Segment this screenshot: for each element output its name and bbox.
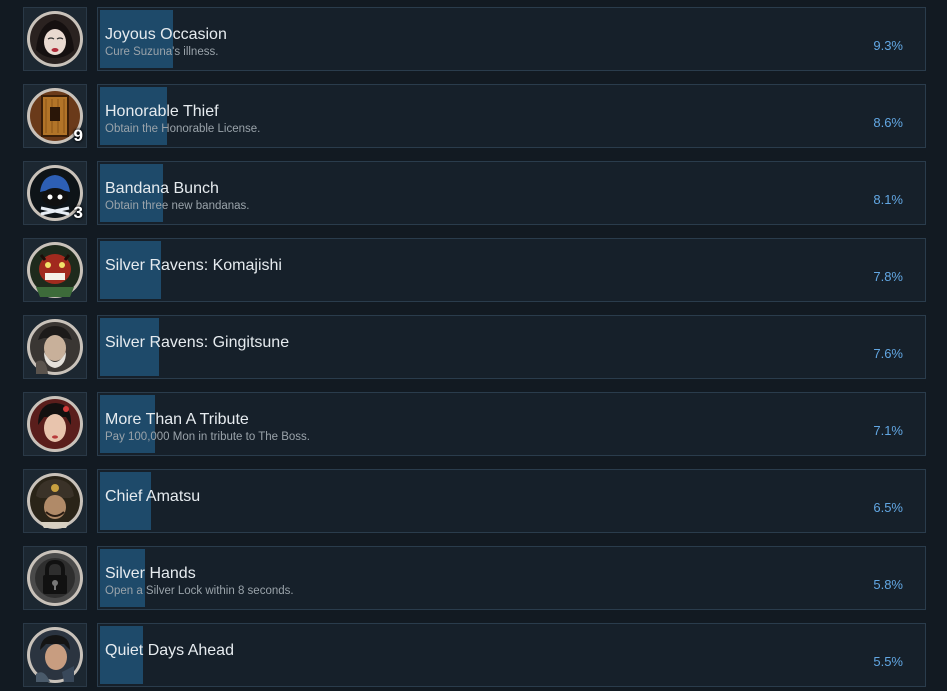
- achievement-info: Bandana Bunch Obtain three new bandanas.…: [97, 161, 926, 225]
- achievement-title: Silver Hands: [105, 565, 196, 582]
- achievement-icon-frame: [23, 238, 87, 302]
- achievement-row[interactable]: Chief Amatsu 6.5%: [0, 469, 947, 533]
- samurai-helmet-icon: [27, 473, 83, 529]
- achievement-row[interactable]: Silver Ravens: Gingitsune 7.6%: [0, 315, 947, 379]
- achievement-icon-frame: [23, 469, 87, 533]
- masked-warrior-icon: [27, 319, 83, 375]
- achievement-info: Chief Amatsu 6.5%: [97, 469, 926, 533]
- unlock-percentage: 5.5%: [873, 654, 903, 669]
- achievement-title: Quiet Days Ahead: [105, 642, 234, 659]
- achievement-icon-frame: [23, 392, 87, 456]
- achievement-title: Joyous Occasion: [105, 26, 227, 43]
- badge-count: 3: [73, 203, 83, 222]
- achievement-title: Honorable Thief: [105, 103, 219, 120]
- achievement-description: Open a Silver Lock within 8 seconds.: [105, 585, 294, 597]
- achievement-title: Silver Ravens: Komajishi: [105, 257, 282, 274]
- unlock-percentage: 7.8%: [873, 269, 903, 284]
- unlock-percentage: 5.8%: [873, 577, 903, 592]
- achievement-info: More Than A Tribute Pay 100,000 Mon in t…: [97, 392, 926, 456]
- achievement-title: Silver Ravens: Gingitsune: [105, 334, 290, 351]
- man-portrait-icon: [27, 627, 83, 683]
- achievement-list: Joyous Occasion Cure Suzuna's illness. 9…: [0, 0, 947, 691]
- achievement-icon-frame: [23, 546, 87, 610]
- unlock-percentage: 7.1%: [873, 423, 903, 438]
- achievement-row[interactable]: Joyous Occasion Cure Suzuna's illness. 9…: [0, 7, 947, 71]
- unlock-percentage: 8.1%: [873, 192, 903, 207]
- unlock-percentage: 7.6%: [873, 346, 903, 361]
- achievement-title: Bandana Bunch: [105, 180, 219, 197]
- achievement-icon-frame: [23, 7, 87, 71]
- achievement-info: Silver Hands Open a Silver Lock within 8…: [97, 546, 926, 610]
- achievement-row[interactable]: 9 Honorable Thief Obtain the Honorable L…: [0, 84, 947, 148]
- lion-mask-icon: [27, 242, 83, 298]
- unlock-percentage: 6.5%: [873, 500, 903, 515]
- achievement-title: Chief Amatsu: [105, 488, 201, 505]
- unlock-percentage: 8.6%: [873, 115, 903, 130]
- badge-count: 9: [73, 126, 83, 145]
- achievement-row[interactable]: More Than A Tribute Pay 100,000 Mon in t…: [0, 392, 947, 456]
- achievement-info: Silver Ravens: Gingitsune 7.6%: [97, 315, 926, 379]
- achievement-description: Pay 100,000 Mon in tribute to The Boss.: [105, 431, 310, 443]
- geisha-portrait-icon: [27, 11, 83, 67]
- achievement-description: Obtain three new bandanas.: [105, 200, 250, 212]
- unlock-percentage: 9.3%: [873, 38, 903, 53]
- achievement-info: Quiet Days Ahead 5.5%: [97, 623, 926, 687]
- achievement-icon-frame: [23, 315, 87, 379]
- achievement-info: Joyous Occasion Cure Suzuna's illness. 9…: [97, 7, 926, 71]
- achievement-description: Cure Suzuna's illness.: [105, 46, 219, 58]
- achievement-row[interactable]: 3 Bandana Bunch Obtain three new bandana…: [0, 161, 947, 225]
- achievement-row[interactable]: Quiet Days Ahead 5.5%: [0, 623, 947, 687]
- padlock-icon: [27, 550, 83, 606]
- achievement-info: Honorable Thief Obtain the Honorable Lic…: [97, 84, 926, 148]
- achievement-description: Obtain the Honorable License.: [105, 123, 261, 135]
- achievement-icon-frame: 3: [23, 161, 87, 225]
- achievement-row[interactable]: Silver Ravens: Komajishi 7.8%: [0, 238, 947, 302]
- achievement-row[interactable]: Silver Hands Open a Silver Lock within 8…: [0, 546, 947, 610]
- achievement-info: Silver Ravens: Komajishi 7.8%: [97, 238, 926, 302]
- woman-portrait-icon: [27, 396, 83, 452]
- achievement-icon-frame: 9: [23, 84, 87, 148]
- achievement-title: More Than A Tribute: [105, 411, 249, 428]
- achievement-icon-frame: [23, 623, 87, 687]
